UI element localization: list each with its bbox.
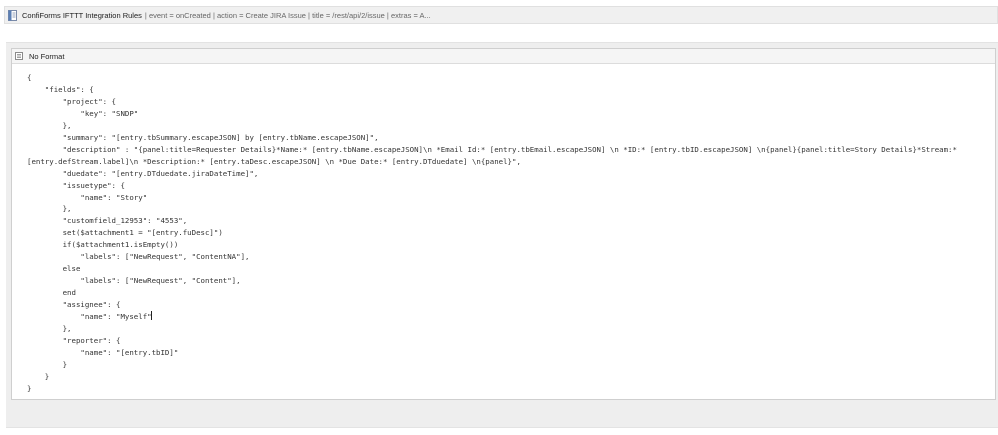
code-line: "duedate": "[entry.DTduedate.jiraDateTim…: [27, 168, 259, 178]
document-icon: [8, 9, 17, 21]
code-line: "name": "Myself": [27, 312, 152, 322]
macro-body-panel: No Format { "fields": { "project": { "ke…: [6, 42, 998, 428]
code-line: "key": "SNDP": [27, 108, 139, 118]
code-line: {: [27, 73, 32, 82]
code-line: else: [27, 264, 81, 274]
code-line: },: [27, 120, 72, 130]
code-line: "labels": ["NewRequest", "Content"],: [27, 276, 241, 286]
code-block-title: No Format: [29, 51, 65, 61]
code-line: end: [27, 288, 76, 298]
macro-params: | event = onCreated | action = Create JI…: [144, 10, 431, 20]
code-line: "fields": {: [27, 84, 94, 94]
code-line: }: [27, 383, 32, 393]
code-line: "summary": "[entry.tbSummary.escapeJSON]…: [27, 132, 379, 142]
code-content[interactable]: { "fields": { "project": { "key": "SNDP"…: [27, 72, 957, 395]
code-block[interactable]: No Format { "fields": { "project": { "ke…: [11, 48, 996, 400]
code-line: }: [27, 359, 68, 369]
code-line: },: [27, 324, 72, 334]
code-line: "project": {: [27, 96, 116, 106]
code-line: "reporter": {: [27, 335, 121, 345]
code-line: "customfield_12953": "4553",: [27, 216, 188, 226]
code-line: set($attachment1 = "[entry.fuDesc]"): [27, 228, 223, 238]
code-line: "name": "Story": [27, 192, 148, 202]
text-cursor: [150, 311, 152, 321]
page: ConfiForms IFTTT Integration Rules | eve…: [0, 0, 998, 435]
code-line: "description" : "{panel:title=Requester …: [27, 144, 957, 154]
code-line: if($attachment1.isEmpty()): [27, 240, 179, 250]
code-line: }: [27, 371, 50, 381]
code-line: "labels": ["NewRequest", "ContentNA"],: [27, 252, 250, 262]
macro-title: ConfiForms IFTTT Integration Rules: [22, 10, 142, 20]
code-line: },: [27, 204, 72, 214]
code-line: "name": "[entry.tbID]": [27, 347, 179, 357]
code-block-header: No Format: [12, 49, 995, 64]
code-line: [entry.defStream.label]\n *Description:*…: [27, 156, 521, 166]
code-block-icon: [15, 52, 23, 60]
code-line: "assignee": {: [27, 300, 121, 310]
macro-header[interactable]: ConfiForms IFTTT Integration Rules | eve…: [4, 6, 998, 24]
code-line: "issuetype": {: [27, 180, 125, 190]
